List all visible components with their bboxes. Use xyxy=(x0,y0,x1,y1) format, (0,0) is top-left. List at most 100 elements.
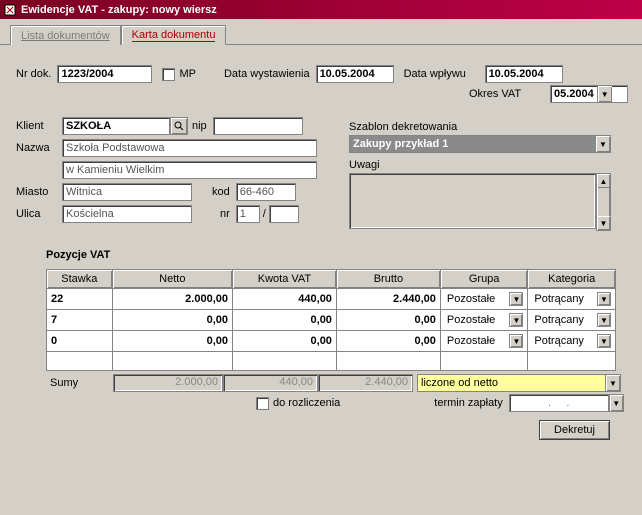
uwagi-label: Uwagi xyxy=(349,159,628,171)
liczone-value: liczone od netto xyxy=(418,375,605,391)
chevron-down-icon[interactable]: ▼ xyxy=(509,334,523,348)
do-rozliczenia-label: do rozliczenia xyxy=(273,397,340,409)
cell-grupa[interactable]: Pozostałe▼ xyxy=(440,331,528,352)
cell-kategoria[interactable]: Potrącany▼ xyxy=(528,289,616,310)
tab-karta-dokumentu[interactable]: Karta dokumentu xyxy=(121,25,227,45)
col-grupa[interactable]: Grupa xyxy=(440,270,528,289)
nr2-input[interactable] xyxy=(269,205,299,223)
data-wplywu-input[interactable] xyxy=(485,65,563,83)
sumy-kwota: 440,00 xyxy=(223,374,318,392)
uwagi-scrollbar[interactable]: ▲ ▼ xyxy=(596,173,611,231)
chevron-down-icon: ▼ xyxy=(612,399,620,408)
cell-stawka[interactable]: 22 xyxy=(47,289,113,310)
cell-brutto[interactable]: 0,00 xyxy=(336,331,440,352)
do-rozliczenia-checkbox[interactable] xyxy=(256,397,269,410)
nazwa-label: Nazwa xyxy=(16,142,56,154)
szablon-label: Szablon dekretowania xyxy=(349,121,628,133)
nip-label: nip xyxy=(192,120,207,132)
tab-label: Lista dokumentów xyxy=(21,30,110,42)
pozycje-title: Pozycje VAT xyxy=(46,249,628,261)
klient-label: Klient xyxy=(16,120,56,132)
dekretuj-button[interactable]: Dekretuj xyxy=(539,420,610,440)
nrdok-label: Nr dok. xyxy=(16,68,51,80)
data-wplywu-label: Data wpływu xyxy=(404,68,479,80)
window-title: Ewidencje VAT - zakupy: nowy wiersz xyxy=(21,4,217,16)
col-brutto[interactable]: Brutto xyxy=(336,270,440,289)
sumy-netto: 2.000,00 xyxy=(113,374,223,392)
miasto-label: Miasto xyxy=(16,186,56,198)
cell-kwota[interactable]: 440,00 xyxy=(233,289,337,310)
scroll-up-icon[interactable]: ▲ xyxy=(597,174,610,188)
cell-grupa[interactable]: Pozostałe▼ xyxy=(440,289,528,310)
cell-brutto[interactable]: 0,00 xyxy=(336,310,440,331)
cell-kwota[interactable]: 0,00 xyxy=(233,310,337,331)
miasto-input[interactable] xyxy=(62,183,192,201)
nazwa1-input[interactable] xyxy=(62,139,317,157)
search-button[interactable] xyxy=(170,117,188,135)
chevron-down-icon[interactable]: ▼ xyxy=(597,86,612,102)
chevron-down-icon[interactable]: ▼ xyxy=(509,292,523,306)
nr-sep: / xyxy=(263,208,266,220)
scroll-down-icon[interactable]: ▼ xyxy=(597,216,610,230)
chevron-down-icon[interactable]: ▼ xyxy=(597,292,611,306)
termin-dropdown-button[interactable]: ▼ xyxy=(609,394,624,412)
cell-netto[interactable]: 0,00 xyxy=(112,310,232,331)
cell-netto[interactable]: 0,00 xyxy=(112,331,232,352)
col-stawka[interactable]: Stawka xyxy=(47,270,113,289)
okres-vat-label: Okres VAT xyxy=(469,88,544,100)
szablon-combo[interactable]: Zakupy przykład 1 ▼ xyxy=(349,135,611,153)
chevron-down-icon[interactable]: ▼ xyxy=(509,313,523,327)
kod-label: kod xyxy=(212,186,230,198)
nazwa2-input[interactable] xyxy=(62,161,317,179)
table-row-empty xyxy=(47,352,616,371)
liczone-combo[interactable]: liczone od netto ▼ xyxy=(417,374,621,392)
chevron-down-icon[interactable]: ▼ xyxy=(605,375,620,391)
chevron-down-icon[interactable]: ▼ xyxy=(597,313,611,327)
cell-kwota[interactable]: 0,00 xyxy=(233,331,337,352)
table-row[interactable]: 00,000,000,00Pozostałe▼Potrącany▼ xyxy=(47,331,616,352)
okres-vat-combo[interactable]: 05.2004 ▼ xyxy=(550,85,628,103)
cell-netto[interactable]: 2.000,00 xyxy=(112,289,232,310)
uwagi-textarea[interactable] xyxy=(349,173,596,229)
mp-label: MP xyxy=(179,68,196,80)
kod-input[interactable] xyxy=(236,183,296,201)
nr1-input[interactable] xyxy=(236,205,260,223)
sumy-label: Sumy xyxy=(50,377,100,389)
cell-kategoria[interactable]: Potrącany▼ xyxy=(528,331,616,352)
tab-lista-dokumentow[interactable]: Lista dokumentów xyxy=(10,25,121,45)
ulica-label: Ulica xyxy=(16,208,56,220)
cell-brutto[interactable]: 2.440,00 xyxy=(336,289,440,310)
data-wystawienia-input[interactable] xyxy=(316,65,394,83)
cell-stawka[interactable]: 7 xyxy=(47,310,113,331)
col-netto[interactable]: Netto xyxy=(112,270,232,289)
mp-checkbox[interactable] xyxy=(162,68,175,81)
termin-input[interactable] xyxy=(509,394,609,412)
pozycje-table: Stawka Netto Kwota VAT Brutto Grupa Kate… xyxy=(46,269,616,371)
ulica-input[interactable] xyxy=(62,205,192,223)
col-kategoria[interactable]: Kategoria xyxy=(528,270,616,289)
nrdok-input[interactable] xyxy=(57,65,152,83)
window-titlebar: Ewidencje VAT - zakupy: nowy wiersz xyxy=(0,0,642,19)
szablon-value: Zakupy przykład 1 xyxy=(350,136,595,152)
table-row[interactable]: 70,000,000,00Pozostałe▼Potrącany▼ xyxy=(47,310,616,331)
klient-input[interactable] xyxy=(62,117,170,135)
button-label: Dekretuj xyxy=(554,424,595,436)
okres-vat-value: 05.2004 xyxy=(551,86,597,102)
sumy-brutto: 2.440,00 xyxy=(318,374,413,392)
data-wystawienia-label: Data wystawienia xyxy=(224,68,310,80)
chevron-down-icon[interactable]: ▼ xyxy=(595,136,610,152)
tab-label: Karta dokumentu xyxy=(132,29,216,42)
tab-strip: Lista dokumentów Karta dokumentu xyxy=(0,19,642,45)
cell-grupa[interactable]: Pozostałe▼ xyxy=(440,310,528,331)
cell-stawka[interactable]: 0 xyxy=(47,331,113,352)
cell-kategoria[interactable]: Potrącany▼ xyxy=(528,310,616,331)
chevron-down-icon[interactable]: ▼ xyxy=(597,334,611,348)
search-icon xyxy=(174,121,184,131)
nip-input[interactable] xyxy=(213,117,303,135)
table-row[interactable]: 222.000,00440,002.440,00Pozostałe▼Potrąc… xyxy=(47,289,616,310)
col-kwota[interactable]: Kwota VAT xyxy=(233,270,337,289)
table-header-row: Stawka Netto Kwota VAT Brutto Grupa Kate… xyxy=(47,270,616,289)
nr-label: nr xyxy=(220,208,230,220)
app-icon xyxy=(3,3,17,17)
termin-label: termin zapłaty xyxy=(434,397,502,409)
